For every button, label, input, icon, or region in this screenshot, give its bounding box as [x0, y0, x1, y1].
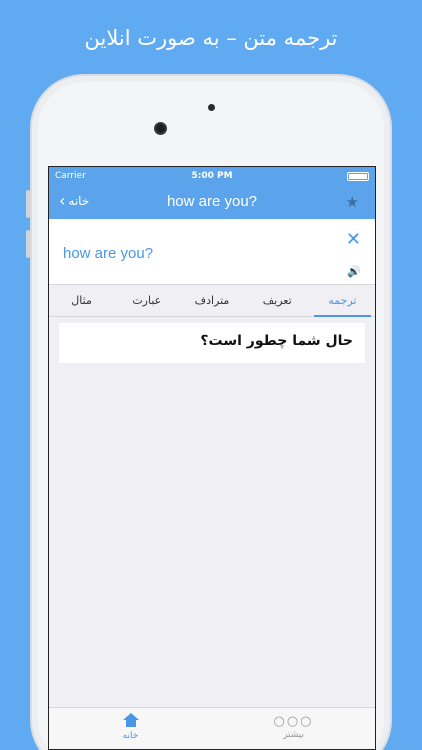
earpiece: [208, 104, 215, 111]
volume-up-button: [26, 190, 30, 218]
tab-definition[interactable]: تعریف: [245, 285, 310, 316]
front-camera: [154, 122, 167, 135]
tab-bar-home-label: خانه: [122, 731, 139, 741]
close-icon[interactable]: ✕: [346, 229, 361, 250]
page-title: how are you?: [166, 193, 258, 210]
tab-bar-more[interactable]: ○○○ بیشتر: [212, 708, 375, 749]
status-bar: Carrier 5:00 PM: [49, 167, 375, 185]
volume-down-button: [26, 230, 30, 258]
tab-bar-home[interactable]: خانه: [49, 708, 212, 749]
navigation-bar: خانه ‹ how are you? ★: [49, 185, 375, 219]
promo-headline: ترجمه متن – به صورت انلاین: [84, 26, 338, 50]
home-icon: [122, 713, 139, 727]
status-time: 5:00 PM: [191, 171, 233, 181]
tab-synonym[interactable]: مترادف: [179, 285, 244, 316]
translation-result: حال شما چطور است؟: [59, 323, 365, 363]
app-screen: Carrier 5:00 PM خانه ‹ how are you? ★ ho…: [48, 166, 376, 750]
tab-translation[interactable]: ترجمه: [310, 285, 375, 317]
tab-example[interactable]: مثال: [49, 285, 114, 316]
source-text[interactable]: how are you?: [63, 245, 153, 262]
result-tabs: ترجمه تعریف مترادف عبارت مثال: [49, 285, 375, 317]
speaker-icon[interactable]: 🔊: [347, 265, 361, 278]
tab-bar-more-label: بیشتر: [283, 730, 304, 740]
bottom-tab-bar: خانه ○○○ بیشتر: [49, 707, 375, 749]
more-icon: ○○○: [273, 714, 314, 729]
tab-phrase[interactable]: عبارت: [114, 285, 179, 316]
star-icon[interactable]: ★: [346, 193, 359, 211]
battery-icon: [347, 172, 369, 181]
source-text-area[interactable]: how are you? ✕ 🔊: [49, 219, 375, 285]
